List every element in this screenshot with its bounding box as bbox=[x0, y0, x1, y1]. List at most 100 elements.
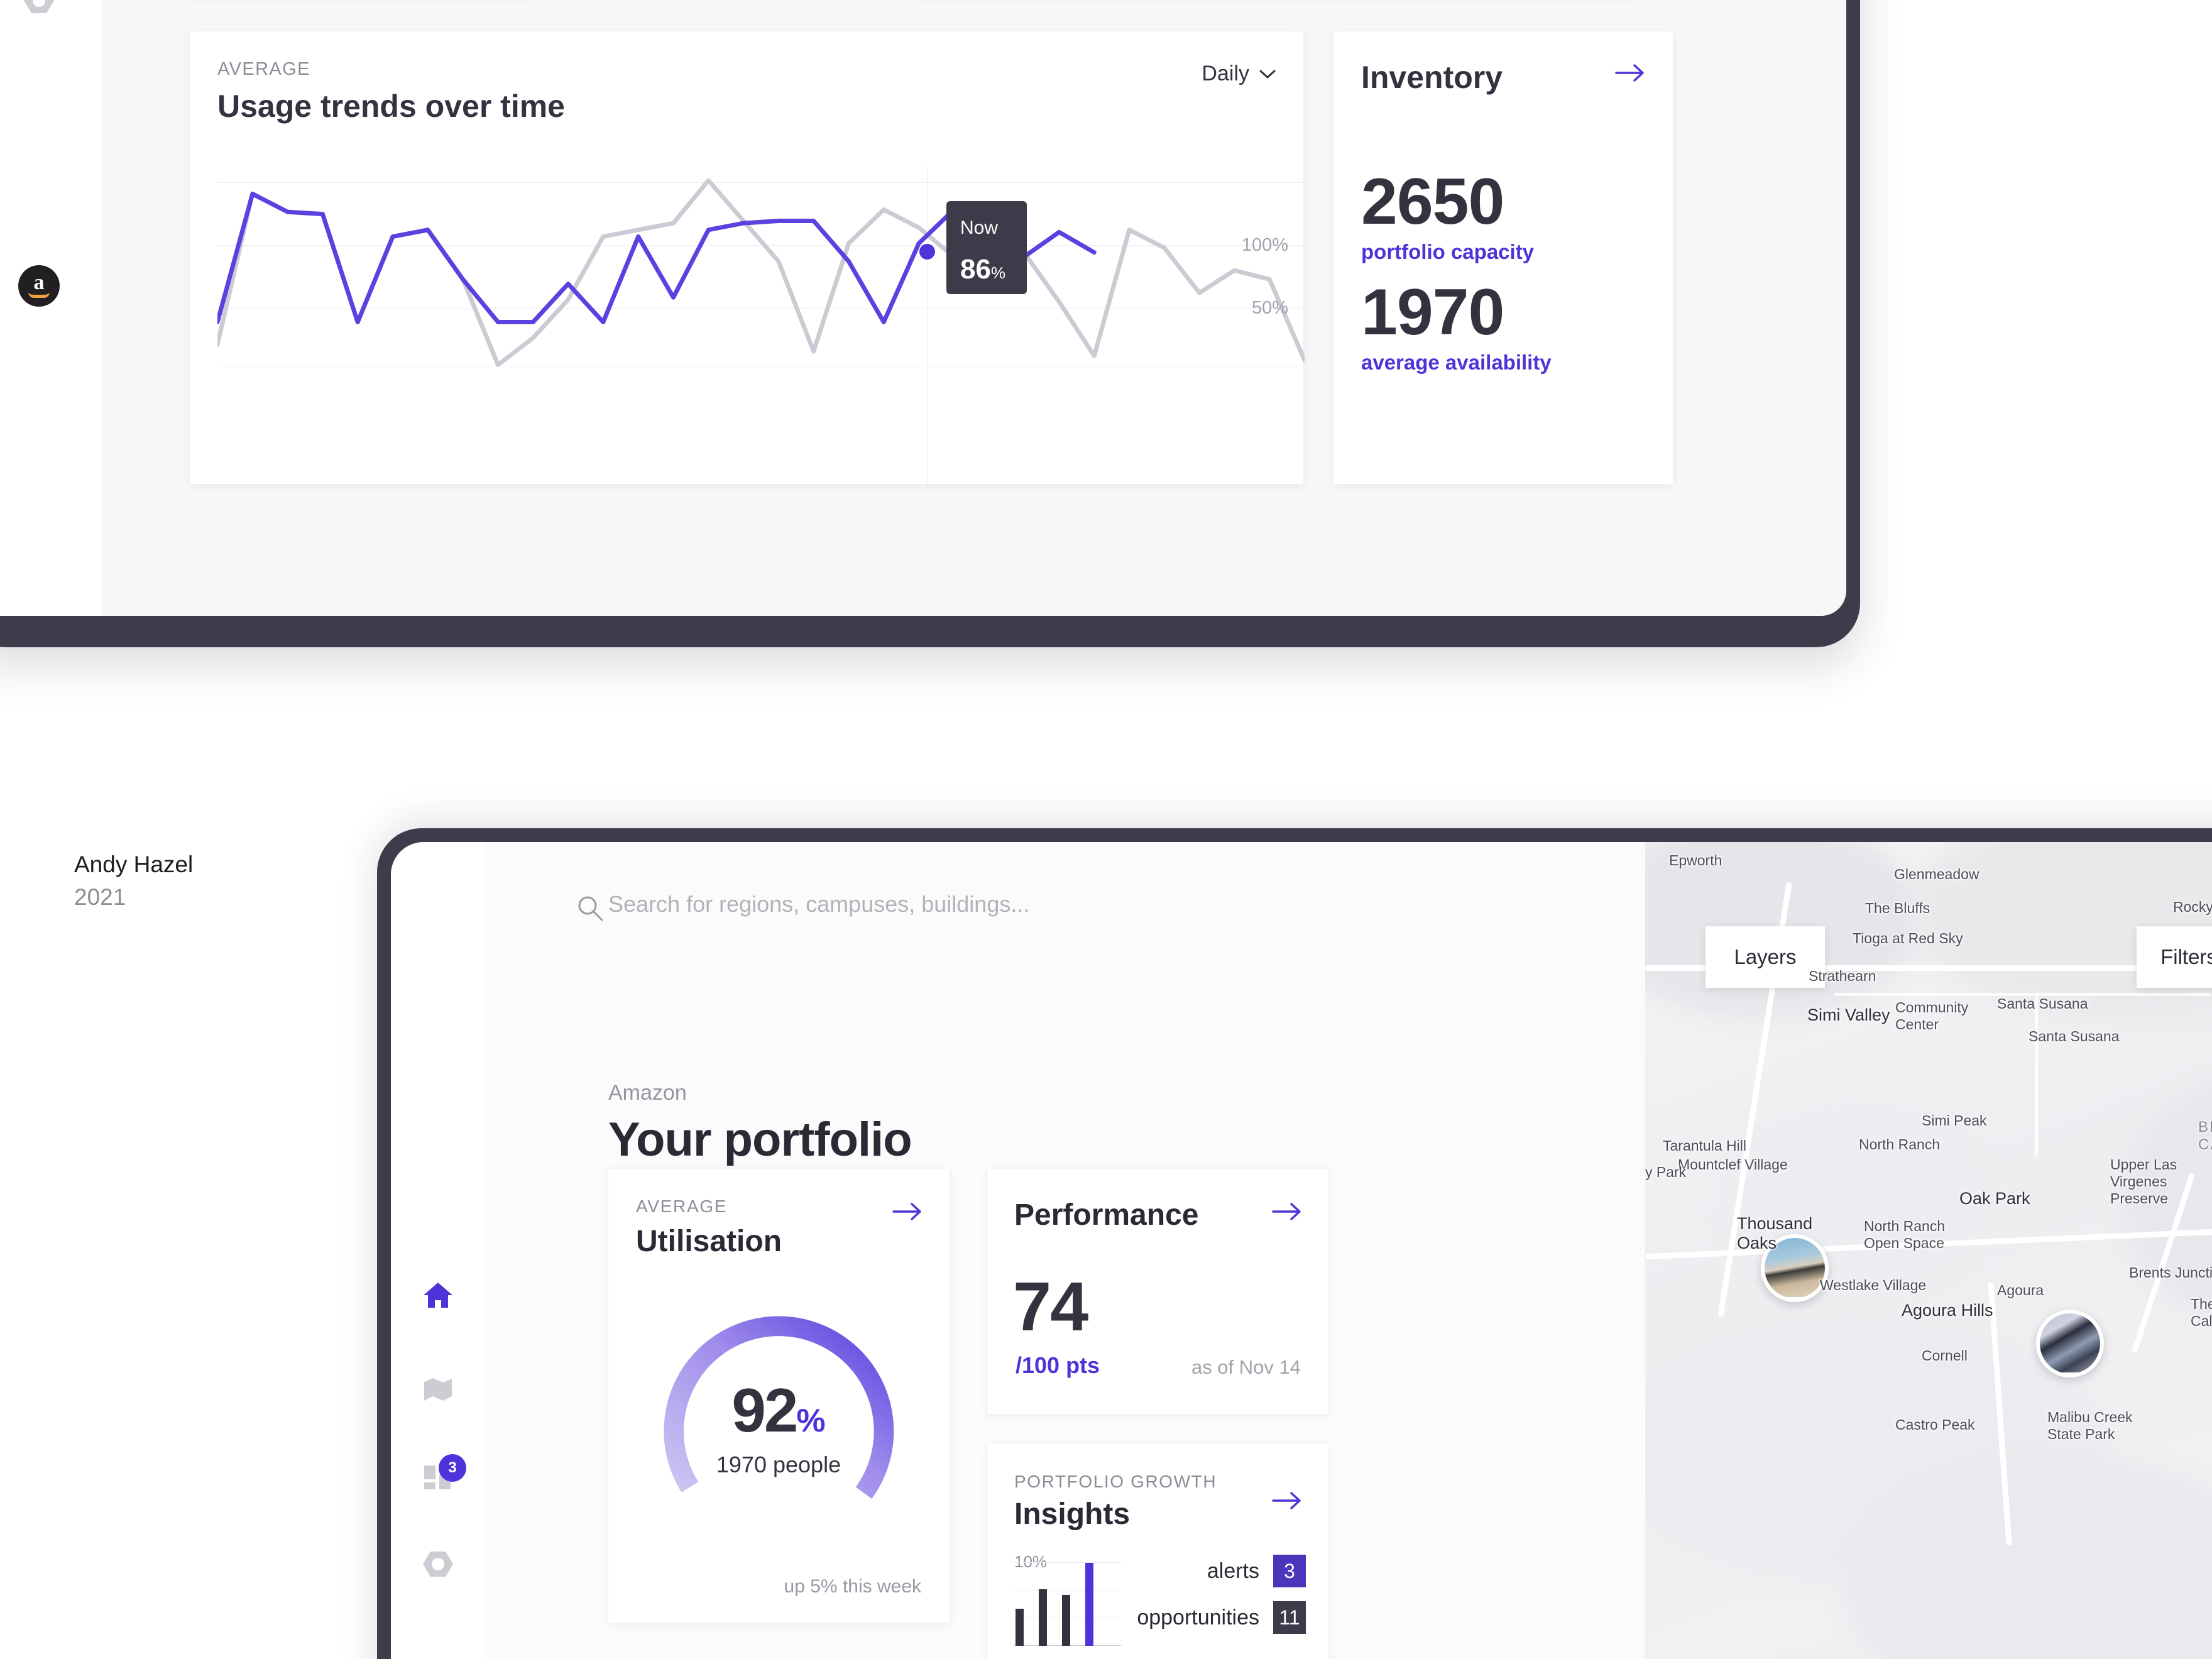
map-label: Thousand Oaks bbox=[1737, 1214, 1813, 1252]
insights-title: Insights bbox=[1014, 1497, 1131, 1531]
map-filters-label: Filters bbox=[2160, 945, 2212, 968]
utilisation-title: Utilisation bbox=[636, 1225, 782, 1258]
screenshot-root: 3 a bbox=[0, 0, 2212, 1659]
map-label: Rocky Peak Park bbox=[2173, 899, 2212, 915]
insights-arrow-button[interactable] bbox=[1272, 1491, 1302, 1514]
utilisation-percent-symbol: % bbox=[796, 1403, 826, 1439]
performance-card[interactable]: Performance 74 /100 pts as of Nov 14 bbox=[988, 1169, 1328, 1414]
map-label: Epworth bbox=[1669, 852, 1722, 868]
trends-range-selector[interactable]: Daily bbox=[1202, 62, 1276, 86]
performance-arrow-button[interactable] bbox=[1272, 1202, 1302, 1225]
map-label: Tioga at Red Sky bbox=[1853, 930, 1963, 946]
insights-bar bbox=[1039, 1589, 1047, 1646]
portfolio-eyebrow: Amazon bbox=[608, 1081, 687, 1105]
performance-footnote: as of Nov 14 bbox=[1191, 1356, 1301, 1378]
arrow-right-icon bbox=[892, 1203, 921, 1220]
trends-ytick-50: 50% bbox=[1251, 298, 1288, 318]
arrow-right-icon bbox=[1272, 1492, 1301, 1509]
map-icon bbox=[424, 1378, 452, 1401]
map-label: The Oaks of Calabasas bbox=[2191, 1296, 2212, 1329]
map-label: Mountclef Village bbox=[1678, 1156, 1788, 1173]
caption-name: Andy Hazel bbox=[74, 851, 194, 877]
map-label: Westlake Village bbox=[1820, 1277, 1927, 1293]
portfolio-main: Search for regions, campuses, buildings.… bbox=[485, 842, 1645, 1659]
tooltip-label: Now bbox=[960, 217, 999, 238]
utilisation-card[interactable]: AVERAGE Utilisation 92% 1970 people up 5… bbox=[608, 1169, 949, 1623]
trends-tooltip: Now 86% bbox=[946, 201, 1027, 294]
map-filters-button[interactable]: Filters 2 bbox=[2137, 926, 2212, 988]
search-icon-wrap[interactable] bbox=[577, 895, 603, 924]
insights-card[interactable]: PORTFOLIO GROWTH Insights 10% alerts 3 o… bbox=[988, 1444, 1328, 1659]
map-label: The Bluffs bbox=[1865, 900, 1930, 916]
inventory-stat1-label: portfolio capacity bbox=[1361, 240, 1535, 263]
tooltip-unit: % bbox=[990, 263, 1006, 282]
map-label: Oak Park bbox=[1959, 1189, 2030, 1208]
map-label: Agoura bbox=[1997, 1282, 2044, 1298]
map-label: Santa Susana bbox=[1997, 995, 2088, 1012]
insights-stat-row: opportunities 11 bbox=[1137, 1601, 1306, 1634]
caption-year: 2021 bbox=[74, 884, 126, 910]
inventory-title: Inventory bbox=[1361, 60, 1503, 95]
search-input[interactable]: Search for regions, campuses, buildings.… bbox=[608, 891, 1029, 917]
utilisation-eyebrow: AVERAGE bbox=[636, 1196, 728, 1216]
inventory-arrow-button[interactable] bbox=[1615, 63, 1645, 86]
amazon-swoosh-icon bbox=[28, 292, 50, 298]
map-panel[interactable]: Layers Filters 2 Epworth Glenmeadow The Bl… bbox=[1645, 842, 2212, 1659]
tablet-screen-top: 3 a bbox=[0, 0, 1846, 616]
amazon-logo-icon: a bbox=[33, 271, 45, 295]
sidebar-item-settings[interactable] bbox=[419, 1545, 457, 1584]
map-label: North Ranch bbox=[1859, 1136, 1941, 1153]
sidebar-item-map[interactable] bbox=[419, 1370, 457, 1409]
map-label: y Park bbox=[1645, 1164, 1687, 1180]
tablet-screen-bottom: 3 Search for regions, campuses, building… bbox=[391, 842, 2212, 1659]
account-badge-amazon[interactable]: a bbox=[18, 265, 60, 307]
tablet-device-top: 3 a bbox=[0, 0, 1860, 647]
insights-stats: alerts 3 opportunities 11 bbox=[1137, 1555, 1306, 1648]
search-icon bbox=[578, 896, 603, 921]
sidebar-rail-bottom: 3 bbox=[391, 842, 485, 1659]
insights-stat-value: 3 bbox=[1273, 1555, 1306, 1587]
sidebar-rail-top: 3 a bbox=[0, 0, 102, 616]
home-icon bbox=[424, 1283, 452, 1308]
map-label: North Ranch Open Space bbox=[1864, 1218, 1946, 1251]
map-label: Community Center bbox=[1895, 999, 1969, 1032]
inventory-card[interactable]: Inventory 2650 portfolio capacity 1970 a… bbox=[1333, 31, 1673, 484]
map-label: Cornell bbox=[1922, 1347, 1968, 1364]
sidebar-item-home[interactable] bbox=[419, 1276, 457, 1315]
settings-icon bbox=[423, 1552, 453, 1577]
caption-block: Andy Hazel 2021 bbox=[74, 851, 193, 911]
map-pin-building[interactable] bbox=[2036, 1310, 2104, 1377]
usage-trends-card[interactable]: AVERAGE Usage trends over time Daily 100… bbox=[190, 31, 1305, 484]
utilisation-gauge: 92% 1970 people bbox=[656, 1295, 901, 1540]
performance-denominator: /100 pts bbox=[1016, 1352, 1100, 1378]
sidebar-item-dashboard[interactable]: 3 bbox=[419, 1454, 466, 1497]
arrow-right-icon bbox=[1272, 1203, 1301, 1220]
tablet-device-bottom: 3 Search for regions, campuses, building… bbox=[377, 828, 2212, 1659]
map-label: Malibu Creek State Park bbox=[2047, 1409, 2133, 1442]
trends-eyebrow: AVERAGE bbox=[217, 59, 310, 79]
map-label: Santa Susana bbox=[2029, 1028, 2120, 1044]
map-label: BELL CANYON bbox=[2198, 1119, 2212, 1153]
map-label: Simi Peak bbox=[1922, 1112, 1987, 1129]
map-layers-button[interactable]: Layers bbox=[1706, 926, 1825, 988]
map-label: Castro Peak bbox=[1895, 1416, 1975, 1433]
inventory-stat2-value: 1970 bbox=[1361, 276, 1504, 349]
trends-plot: 100% 50% Now 86% bbox=[217, 165, 1305, 484]
settings-icon bbox=[24, 0, 54, 13]
trends-range-label: Daily bbox=[1202, 62, 1249, 85]
insights-stat-row: alerts 3 bbox=[1137, 1555, 1306, 1587]
insights-bar-chart: 10% bbox=[1014, 1552, 1121, 1646]
trends-ytick-100: 100% bbox=[1241, 235, 1288, 255]
map-label: Strathearn bbox=[1809, 968, 1876, 984]
performance-value: 74 bbox=[1013, 1268, 1088, 1345]
utilisation-value: 92 bbox=[731, 1376, 798, 1445]
sidebar-item-settings[interactable] bbox=[19, 0, 58, 20]
map-layers-label: Layers bbox=[1734, 945, 1797, 968]
insights-bar bbox=[1062, 1595, 1070, 1646]
performance-title: Performance bbox=[1014, 1198, 1199, 1232]
map-label: Simi Valley bbox=[1807, 1005, 1890, 1024]
inventory-stat2-label: average availability bbox=[1361, 351, 1552, 374]
utilisation-arrow-button[interactable] bbox=[892, 1202, 923, 1225]
insights-stat-label: alerts bbox=[1207, 1558, 1259, 1583]
map-label: Upper Las Virgenes Preserve bbox=[2110, 1156, 2177, 1207]
